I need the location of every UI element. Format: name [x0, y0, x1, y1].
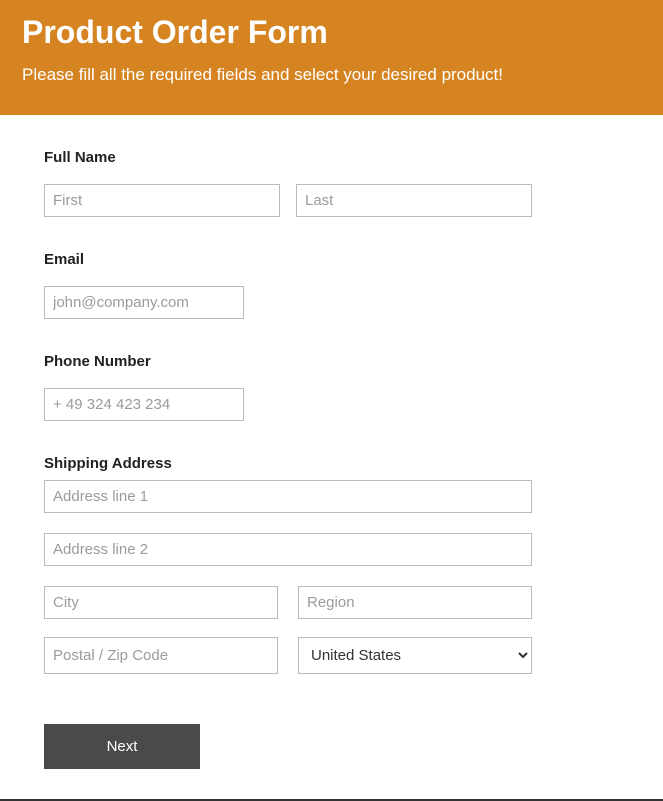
first-name-input[interactable] [44, 184, 280, 217]
email-input[interactable] [44, 286, 244, 319]
city-input[interactable] [44, 586, 278, 619]
shipping-label: Shipping Address [44, 455, 619, 472]
phone-group: Phone Number [44, 353, 619, 421]
address-line1-input[interactable] [44, 480, 532, 513]
page-title: Product Order Form [22, 14, 641, 51]
email-group: Email [44, 251, 619, 319]
address-line2-input[interactable] [44, 533, 532, 566]
city-region-row [44, 586, 619, 619]
page-subtitle: Please fill all the required fields and … [22, 65, 641, 85]
next-button[interactable]: Next [44, 724, 200, 769]
form-header: Product Order Form Please fill all the r… [0, 0, 663, 115]
full-name-label: Full Name [44, 149, 619, 166]
full-name-row [44, 184, 619, 217]
shipping-group: Shipping Address United States [44, 455, 619, 674]
email-label: Email [44, 251, 619, 268]
country-select[interactable]: United States [298, 637, 532, 674]
form-body: Full Name Email Phone Number Shipping Ad… [0, 115, 663, 801]
last-name-input[interactable] [296, 184, 532, 217]
phone-label: Phone Number [44, 353, 619, 370]
postal-country-row: United States [44, 637, 619, 674]
region-input[interactable] [298, 586, 532, 619]
full-name-group: Full Name [44, 149, 619, 217]
phone-input[interactable] [44, 388, 244, 421]
postal-input[interactable] [44, 637, 278, 674]
